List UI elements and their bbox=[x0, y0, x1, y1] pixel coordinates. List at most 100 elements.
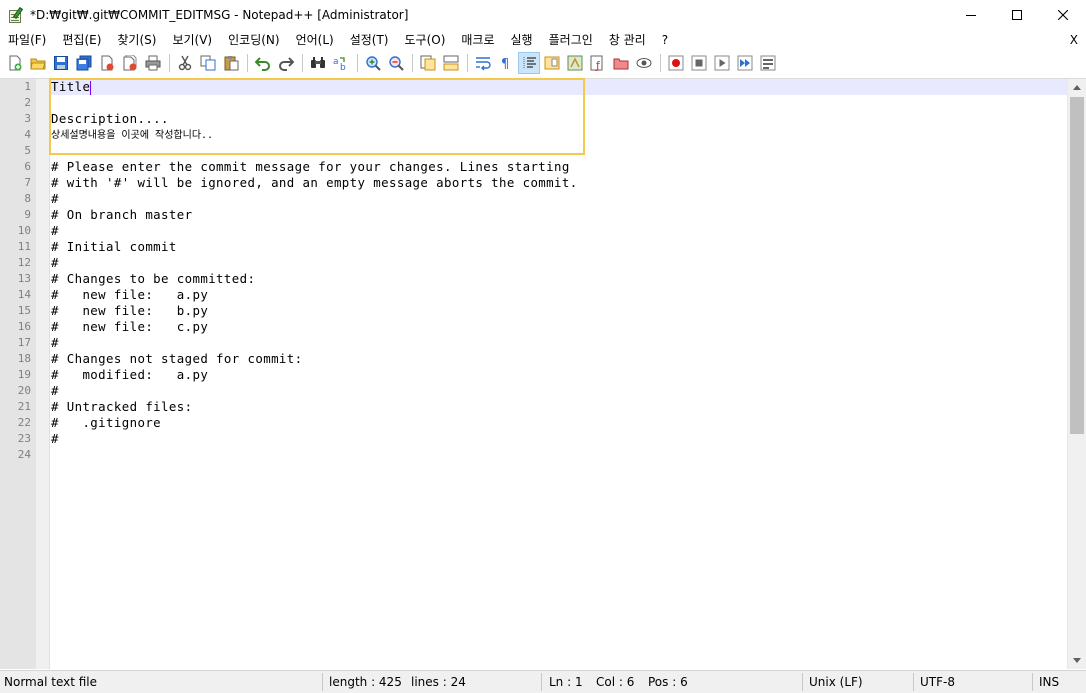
copy-button[interactable] bbox=[197, 52, 219, 74]
text-area[interactable]: 1 Title 2 3 Description.... 4 상세설명내용을 이곳에 작성합니… bbox=[0, 79, 1067, 463]
line-text[interactable]: # Changes not staged for commit: bbox=[51, 351, 303, 366]
indent-guide-button[interactable] bbox=[518, 52, 540, 74]
line-text-wrap[interactable]: # bbox=[51, 191, 1067, 207]
stop-macro-button[interactable] bbox=[688, 52, 710, 74]
print-button[interactable] bbox=[142, 52, 164, 74]
editor-line[interactable]: 6 # Please enter the commit message for y… bbox=[0, 159, 1067, 175]
line-text-wrap[interactable]: # Initial commit bbox=[51, 239, 1067, 255]
line-text[interactable]: # Changes to be committed: bbox=[51, 271, 255, 286]
show-all-chars-button[interactable]: ¶ bbox=[495, 52, 517, 74]
line-text[interactable]: # .gitignore bbox=[51, 415, 161, 430]
line-text-wrap[interactable] bbox=[51, 95, 1067, 111]
editor-line[interactable]: 20 # bbox=[0, 383, 1067, 399]
line-text-wrap[interactable]: # bbox=[51, 255, 1067, 271]
line-text[interactable]: # bbox=[51, 223, 59, 238]
line-text[interactable]: # Please enter the commit message for yo… bbox=[51, 159, 570, 174]
editor-line[interactable]: 24 bbox=[0, 447, 1067, 463]
line-text-wrap[interactable]: # .gitignore bbox=[51, 415, 1067, 431]
line-text[interactable]: # Initial commit bbox=[51, 239, 177, 254]
close-window-button[interactable] bbox=[1040, 0, 1086, 30]
save-button[interactable] bbox=[50, 52, 72, 74]
line-text-wrap[interactable]: # new file: a.py bbox=[51, 287, 1067, 303]
monitoring-button[interactable] bbox=[633, 52, 655, 74]
menu-language[interactable]: 언어(L) bbox=[288, 30, 342, 50]
line-text-wrap[interactable]: # Changes to be committed: bbox=[51, 271, 1067, 287]
line-text[interactable]: # modified: a.py bbox=[51, 367, 208, 382]
run-macro-multiple-button[interactable] bbox=[734, 52, 756, 74]
line-text-wrap[interactable]: # bbox=[51, 383, 1067, 399]
editor-line[interactable]: 13 # Changes to be committed: bbox=[0, 271, 1067, 287]
editor-line[interactable]: 15 # new file: b.py bbox=[0, 303, 1067, 319]
menu-search[interactable]: 찾기(S) bbox=[109, 30, 164, 50]
menu-plugins[interactable]: 플러그인 bbox=[541, 30, 601, 50]
editor-line[interactable]: 14 # new file: a.py bbox=[0, 287, 1067, 303]
editor-line[interactable]: 12 # bbox=[0, 255, 1067, 271]
zoom-out-button[interactable] bbox=[385, 52, 407, 74]
scroll-down-arrow[interactable] bbox=[1068, 652, 1086, 669]
zoom-in-button[interactable] bbox=[362, 52, 384, 74]
editor-line[interactable]: 2 bbox=[0, 95, 1067, 111]
line-text[interactable]: # On branch master bbox=[51, 207, 192, 222]
line-text-wrap[interactable]: # with '#' will be ignored, and an empty… bbox=[51, 175, 1067, 191]
vertical-scrollbar[interactable] bbox=[1067, 79, 1086, 669]
line-text-wrap[interactable]: Description.... bbox=[51, 111, 1067, 127]
editor-line[interactable]: 5 bbox=[0, 143, 1067, 159]
editor-line[interactable]: 19 # modified: a.py bbox=[0, 367, 1067, 383]
editor-line[interactable]: 10 # bbox=[0, 223, 1067, 239]
editor-line[interactable]: 17 # bbox=[0, 335, 1067, 351]
editor-line[interactable]: 11 # Initial commit bbox=[0, 239, 1067, 255]
maximize-button[interactable] bbox=[994, 0, 1040, 30]
line-text-wrap[interactable]: # bbox=[51, 335, 1067, 351]
line-text[interactable]: # bbox=[51, 431, 59, 446]
menu-file[interactable]: 파일(F) bbox=[0, 30, 54, 50]
line-text-wrap[interactable] bbox=[51, 447, 1067, 463]
editor-line[interactable]: 3 Description.... bbox=[0, 111, 1067, 127]
editor-line[interactable]: 7 # with '#' will be ignored, and an empt… bbox=[0, 175, 1067, 191]
menu-edit[interactable]: 편집(E) bbox=[54, 30, 109, 50]
line-text-wrap[interactable]: Title bbox=[51, 79, 1067, 95]
sync-horizontal-button[interactable] bbox=[440, 52, 462, 74]
minimize-button[interactable] bbox=[948, 0, 994, 30]
save-macro-button[interactable] bbox=[757, 52, 779, 74]
editor-line[interactable]: 22 # .gitignore bbox=[0, 415, 1067, 431]
line-text[interactable]: # bbox=[51, 191, 59, 206]
line-text-wrap[interactable]: # Changes not staged for commit: bbox=[51, 351, 1067, 367]
editor-line[interactable]: 8 # bbox=[0, 191, 1067, 207]
save-all-button[interactable] bbox=[73, 52, 95, 74]
line-text-wrap[interactable]: # new file: b.py bbox=[51, 303, 1067, 319]
line-text[interactable]: 상세설명내용을 이곳에 작성합니다.. bbox=[51, 130, 213, 141]
paste-button[interactable] bbox=[220, 52, 242, 74]
line-text[interactable]: # bbox=[51, 335, 59, 350]
menu-macro[interactable]: 매크로 bbox=[453, 30, 502, 50]
editor-line[interactable]: 1 Title bbox=[0, 79, 1067, 95]
folder-as-workspace-button[interactable] bbox=[610, 52, 632, 74]
replace-button[interactable]: ab bbox=[330, 52, 352, 74]
close-button[interactable] bbox=[96, 52, 118, 74]
menu-encoding[interactable]: 인코딩(N) bbox=[220, 30, 287, 50]
menu-tools[interactable]: 도구(O) bbox=[397, 30, 454, 50]
line-text-wrap[interactable]: # On branch master bbox=[51, 207, 1067, 223]
line-text[interactable]: # bbox=[51, 383, 59, 398]
word-wrap-button[interactable] bbox=[472, 52, 494, 74]
redo-button[interactable] bbox=[275, 52, 297, 74]
open-file-button[interactable] bbox=[27, 52, 49, 74]
menu-run[interactable]: 실행 bbox=[503, 30, 541, 50]
line-text[interactable]: Title bbox=[51, 79, 90, 94]
close-document-button[interactable]: X bbox=[1070, 30, 1078, 50]
line-text[interactable]: # new file: a.py bbox=[51, 287, 208, 302]
record-macro-button[interactable] bbox=[665, 52, 687, 74]
menu-view[interactable]: 보기(V) bbox=[164, 30, 220, 50]
line-text-wrap[interactable]: # modified: a.py bbox=[51, 367, 1067, 383]
line-text[interactable]: # bbox=[51, 255, 59, 270]
line-text-wrap[interactable]: 상세설명내용을 이곳에 작성합니다.. bbox=[51, 127, 1067, 143]
editor-pane[interactable]: 1 Title 2 3 Description.... 4 상세설명내용을 이곳에 작성합니… bbox=[0, 78, 1086, 669]
menu-settings[interactable]: 설정(T) bbox=[342, 30, 397, 50]
undo-button[interactable] bbox=[252, 52, 274, 74]
editor-line[interactable]: 23 # bbox=[0, 431, 1067, 447]
menu-window[interactable]: 창 관리 bbox=[601, 30, 654, 50]
sync-vertical-button[interactable] bbox=[417, 52, 439, 74]
line-text-wrap[interactable] bbox=[51, 143, 1067, 159]
play-macro-button[interactable] bbox=[711, 52, 733, 74]
scroll-up-arrow[interactable] bbox=[1068, 79, 1086, 96]
function-list-button[interactable] bbox=[564, 52, 586, 74]
